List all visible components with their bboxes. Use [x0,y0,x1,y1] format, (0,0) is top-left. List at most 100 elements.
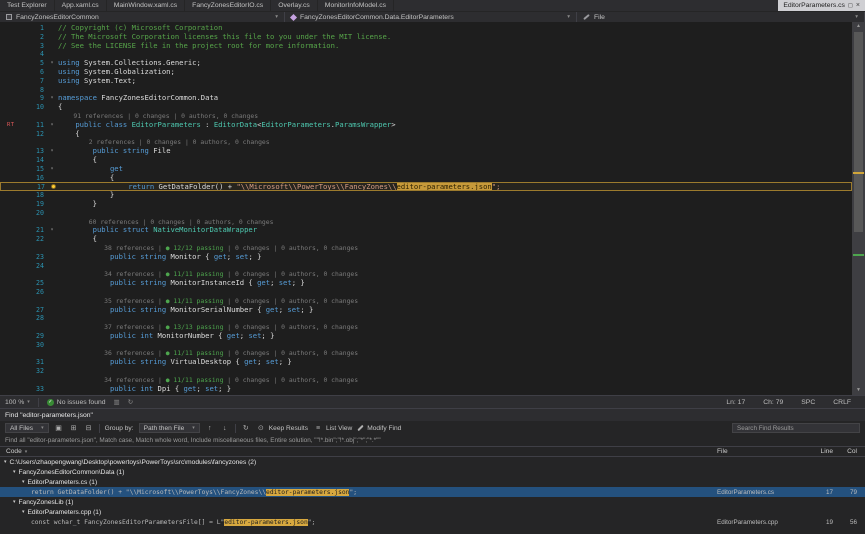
collapse-all-icon[interactable]: ⊟ [84,424,94,432]
find-group-row[interactable]: ▾FancyZonesLib (1) [0,497,865,507]
tab-editorparameters-cs[interactable]: EditorParameters.cs ◻ × [778,0,865,11]
codelens-line[interactable]: 35 references | ● 11/11 passing | 0 chan… [0,297,852,306]
code-line[interactable]: 29 public int MonitorNumber { get; set; … [0,332,852,341]
find-group-row[interactable]: ▾EditorParameters.cs (1) [0,477,865,487]
codelens-line[interactable]: 2 references | 0 changes | 0 authors, 0 … [0,138,852,147]
find-match-row[interactable]: const wchar_t FancyZonesEditorParameters… [0,517,865,527]
column-indicator[interactable]: Ch: 79 [763,399,783,406]
tab-fancyzoneseditorio-cs[interactable]: FancyZonesEditorIO.cs [185,0,271,11]
find-group-row[interactable]: ▾EditorParameters.cpp (1) [0,507,865,517]
sync-icon[interactable]: ↻ [128,398,133,406]
pin-icon[interactable]: ◻ [848,2,853,9]
code-line[interactable]: 21▾ public struct NativeMonitorDataWrapp… [0,226,852,235]
close-icon[interactable]: × [856,2,860,9]
search-find-results-input[interactable] [732,423,860,433]
find-group-row[interactable]: ▾FancyZonesEditorCommon\Data (1) [0,467,865,477]
zoom-control[interactable]: 100 % ▾ [5,399,30,406]
find-match-row[interactable]: return GetDataFolder() + "\\Microsoft\\P… [0,487,865,497]
project-dropdown[interactable]: FancyZonesEditorCommon ▾ [0,12,285,22]
quick-actions-icon[interactable] [51,184,56,189]
indent-indicator[interactable]: SPC [801,399,815,406]
modify-find-button[interactable]: Modify Find [357,425,401,432]
expand-all-icon[interactable]: ⊞ [69,424,79,432]
code-line[interactable]: 33 public int Dpi { get; set; } [0,385,852,394]
code-line[interactable]: 32 [0,367,852,376]
tree-expand-icon[interactable]: ▾ [22,479,25,485]
codelens-line[interactable]: 60 references | 0 changes | 0 authors, 0… [0,218,852,227]
next-result-icon[interactable]: ↓ [220,425,230,432]
tab-mainwindow-xaml-cs[interactable]: MainWindow.xaml.cs [107,0,185,11]
keep-results-toggle[interactable]: ⊙ Keep Results [256,424,308,432]
fold-margin[interactable]: ▾ [46,121,58,130]
tree-expand-icon[interactable]: ▾ [4,459,7,465]
code-line[interactable]: 17 return GetDataFolder() + "\\Microsoft… [0,182,852,191]
codelens-line[interactable]: 91 references | 0 changes | 0 authors, 0… [0,112,852,121]
code-line[interactable]: 2// The Microsoft Corporation licenses t… [0,33,852,42]
code-line[interactable]: 6using System.Globalization; [0,68,852,77]
fold-margin[interactable]: ▾ [46,165,58,174]
code-line[interactable]: 3// See the LICENSE file in the project … [0,42,852,51]
eol-indicator[interactable]: CRLF [833,399,851,406]
tree-expand-icon[interactable]: ▾ [13,499,16,505]
code-line[interactable]: 8 [0,86,852,95]
scope-dropdown[interactable]: All Files ▾ [5,423,49,433]
code-line[interactable]: RT11▾ public class EditorParameters : Ed… [0,121,852,130]
code-line[interactable]: 18 } [0,191,852,200]
code-line[interactable]: 12 { [0,130,852,139]
column-code[interactable]: Code▾ [0,448,717,455]
scrollbar-thumb[interactable] [854,32,863,232]
fold-margin[interactable]: ▾ [46,59,58,68]
fold-margin[interactable]: ▾ [46,226,58,235]
find-group-row[interactable]: ▾C:\Users\zhaopengwang\Desktop\powertoys… [0,457,865,467]
document-health[interactable]: ✓ No issues found [47,399,106,406]
codelens-line[interactable]: 37 references | ● 13/13 passing | 0 chan… [0,323,852,332]
column-line[interactable]: Line [809,448,833,455]
code-line[interactable]: 9▾namespace FancyZonesEditorCommon.Data [0,94,852,103]
code-line[interactable]: 14 { [0,156,852,165]
code-line[interactable]: 30 [0,341,852,350]
code-line[interactable]: 7using System.Text; [0,77,852,86]
code-line[interactable]: 13▾ public string File [0,147,852,156]
refresh-icon[interactable]: ↻ [241,424,251,432]
codelens-line[interactable]: 34 references | ● 11/11 passing | 0 chan… [0,376,852,385]
code-line[interactable]: 27 public string MonitorSerialNumber { g… [0,306,852,315]
code-line[interactable]: 23 public string Monitor { get; set; } [0,253,852,262]
code-line[interactable]: 24 [0,262,852,271]
code-line[interactable]: 20 [0,209,852,218]
list-view-toggle[interactable]: ≡ List View [313,425,352,432]
tree-expand-icon[interactable]: ▾ [13,469,16,475]
vertical-scrollbar[interactable]: ▲ ▼ [852,22,865,395]
code-line[interactable]: 28 [0,314,852,323]
code-line[interactable]: 22 { [0,235,852,244]
tab-test-explorer[interactable]: Test Explorer [0,0,55,11]
codelens-line[interactable]: 38 references | ● 12/12 passing | 0 chan… [0,244,852,253]
fold-margin[interactable]: ▾ [46,147,58,156]
tab-app-xaml-cs[interactable]: App.xaml.cs [55,0,107,11]
group-by-dropdown[interactable]: Path then File ▾ [139,423,200,433]
tab-overlay-cs[interactable]: Overlay.cs [271,0,318,11]
tab-monitorinfomodel-cs[interactable]: MonitorInfoModel.cs [318,0,394,11]
scroll-down-icon[interactable]: ▼ [852,386,865,395]
scroll-up-icon[interactable]: ▲ [852,22,865,31]
code-line[interactable]: 1// Copyright (c) Microsoft Corporation [0,24,852,33]
codelens-line[interactable]: 34 references | ● 11/11 passing | 0 chan… [0,270,852,279]
copy-icon[interactable]: ▣ [54,424,64,432]
previous-result-icon[interactable]: ↑ [205,425,215,432]
type-dropdown[interactable]: FancyZonesEditorCommon.Data.EditorParame… [285,12,577,22]
code-line[interactable]: 5▾using System.Collections.Generic; [0,59,852,68]
document-outline-icon[interactable]: ▥ [114,398,120,406]
line-indicator[interactable]: Ln: 17 [726,399,745,406]
code-line[interactable]: 25 public string MonitorInstanceId { get… [0,279,852,288]
code-line[interactable]: 15▾ get [0,165,852,174]
code-line[interactable]: 10{ [0,103,852,112]
column-col[interactable]: Col [833,448,857,455]
code-line[interactable]: 4 [0,50,852,59]
code-line[interactable]: 31 public string VirtualDesktop { get; s… [0,358,852,367]
fold-margin[interactable]: ▾ [46,94,58,103]
code-editor[interactable]: 1// Copyright (c) Microsoft Corporation2… [0,22,865,395]
tree-expand-icon[interactable]: ▾ [22,509,25,515]
column-file[interactable]: File [717,448,809,455]
code-line[interactable]: 19 } [0,200,852,209]
code-line[interactable]: 16 { [0,174,852,183]
codelens-line[interactable]: 36 references | ● 11/11 passing | 0 chan… [0,349,852,358]
